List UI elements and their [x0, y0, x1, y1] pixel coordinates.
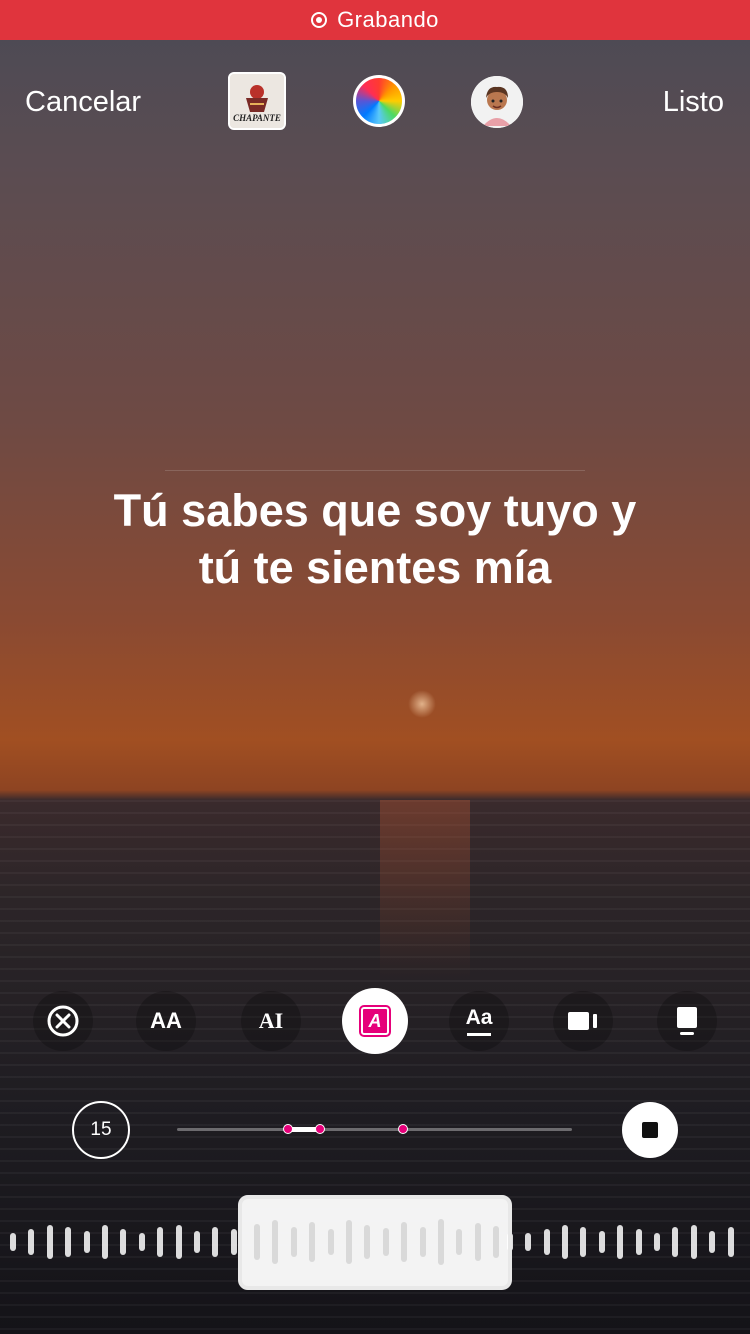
stop-icon — [642, 1122, 658, 1138]
waveform-bar — [580, 1227, 587, 1257]
waveform-bar-selected — [254, 1224, 260, 1260]
waveform-bar — [635, 1229, 642, 1255]
underline-text-icon: Aa — [465, 1005, 493, 1036]
highlight-style-button[interactable]: A — [342, 988, 408, 1054]
typewriter-text-icon: AI — [258, 1008, 284, 1033]
audio-waveform-scrubber[interactable] — [0, 1195, 750, 1290]
waveform-bar — [65, 1227, 72, 1257]
lyric-style-toolbar: AA AI A Aa — [0, 988, 750, 1054]
waveform-bar — [727, 1227, 734, 1257]
recording-indicator: Grabando — [0, 0, 750, 40]
waveform-bar — [194, 1231, 200, 1253]
waveform-bar — [120, 1229, 127, 1255]
stop-button[interactable] — [622, 1102, 678, 1158]
text-size-icon: AA — [150, 1008, 182, 1033]
waveform-bar-selected — [346, 1220, 352, 1264]
waveform-bar — [598, 1231, 605, 1253]
top-bar: Cancelar CHAPANTE Listo — [0, 70, 750, 134]
highlight-text-icon: A — [359, 1005, 391, 1037]
close-circle-icon — [47, 1005, 79, 1037]
waveform-bar — [709, 1231, 716, 1253]
album-art-icon: CHAPANTE — [230, 74, 284, 128]
cancel-button[interactable]: Cancelar — [25, 86, 141, 119]
waveform-bar-selected — [474, 1223, 481, 1261]
waveform-bar-selected — [493, 1226, 500, 1258]
waveform-bar — [654, 1233, 660, 1251]
avatar-button[interactable] — [471, 76, 523, 128]
video-clip-style-button[interactable] — [553, 991, 613, 1051]
waveform-bar — [230, 1229, 237, 1255]
waveform-bar — [562, 1225, 568, 1259]
underline-style-button[interactable]: Aa — [449, 991, 509, 1051]
waveform-bar-selected — [456, 1229, 463, 1255]
clip-selection-window[interactable] — [238, 1195, 512, 1290]
duration-label: 15 — [90, 1119, 112, 1140]
lyric-marker — [283, 1124, 293, 1134]
avatar-icon — [471, 76, 523, 128]
waveform-bar-selected — [382, 1228, 389, 1256]
waveform-bar — [543, 1229, 550, 1255]
waveform-bar-selected — [401, 1222, 408, 1262]
sun-glow — [408, 690, 436, 718]
album-art-button[interactable]: CHAPANTE — [228, 72, 286, 130]
waveform-bar — [28, 1229, 35, 1255]
record-icon — [311, 12, 328, 28]
waveform-bar — [138, 1233, 145, 1251]
typewriter-style-button[interactable]: AI — [241, 991, 301, 1051]
lyric-divider — [165, 470, 585, 471]
waveform-bar-selected — [419, 1227, 426, 1257]
waveform-bar-selected — [290, 1227, 297, 1257]
sun-reflection — [380, 800, 470, 980]
waveform-bar-selected — [438, 1219, 444, 1265]
recording-label: Grabando — [337, 7, 439, 32]
duration-selector[interactable]: 15 — [72, 1101, 130, 1159]
text-size-style-button[interactable]: AA — [136, 991, 196, 1051]
card-icon — [677, 1007, 697, 1035]
waveform-bar — [46, 1225, 53, 1259]
card-style-button[interactable] — [657, 991, 717, 1051]
waveform-bar — [672, 1227, 679, 1257]
album-art-text: CHAPANTE — [233, 113, 281, 123]
lyric-marker — [315, 1124, 325, 1134]
done-button[interactable]: Listo — [663, 86, 724, 119]
lyrics-text[interactable]: Tú sabes que soy tuyo y tú te sientes mí… — [100, 482, 650, 596]
waveform-bar — [175, 1225, 182, 1259]
video-icon — [568, 1012, 597, 1030]
waveform-bar — [10, 1233, 16, 1251]
underline-label: Aa — [465, 1005, 493, 1029]
waveform-bar-selected — [309, 1222, 316, 1262]
lyric-progress-track[interactable] — [177, 1124, 572, 1134]
waveform-bar — [102, 1225, 108, 1259]
underline-bar — [466, 1032, 491, 1036]
waveform-bar-selected — [327, 1229, 334, 1255]
waveform-bar-selected — [364, 1225, 371, 1259]
lyric-marker — [398, 1124, 408, 1134]
waveform-bar — [212, 1227, 219, 1257]
waveform-bar — [617, 1225, 624, 1259]
waveform-bar — [83, 1231, 90, 1253]
color-picker-button[interactable] — [353, 75, 405, 127]
waveform-bar — [690, 1225, 697, 1259]
clip-timeline: 15 — [0, 1100, 750, 1160]
remove-lyrics-button[interactable] — [33, 991, 93, 1051]
waveform-bar — [525, 1233, 532, 1251]
waveform-bar — [157, 1227, 164, 1257]
waveform-bar-selected — [272, 1220, 279, 1264]
